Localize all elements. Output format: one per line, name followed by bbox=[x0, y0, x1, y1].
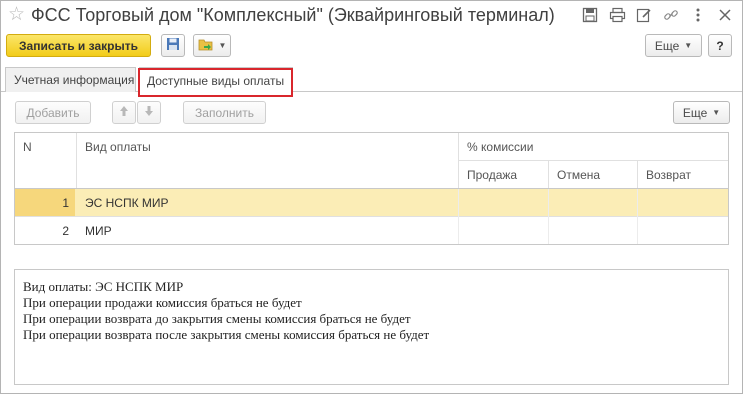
write-button[interactable] bbox=[161, 34, 185, 57]
link-icon[interactable] bbox=[660, 5, 682, 25]
row-payment-type[interactable]: ЭС НСПК МИР bbox=[77, 189, 169, 216]
row-number[interactable]: 1 bbox=[15, 189, 75, 216]
floppy-disk-icon bbox=[166, 37, 180, 54]
divider bbox=[459, 160, 728, 161]
description-line: При операции возврата до закрытия смены … bbox=[23, 311, 411, 326]
add-button[interactable]: Добавить bbox=[15, 101, 91, 124]
payment-description-box: Вид оплаты: ЭС НСПК МИР При операции про… bbox=[14, 269, 729, 385]
more-button[interactable]: Еще ▼ bbox=[645, 34, 702, 57]
table-toolbar: Добавить Заполнить Еще ▼ bbox=[1, 101, 742, 125]
folder-arrow-icon bbox=[198, 37, 214, 54]
title-bar: ☆ ФСС Торговый дом "Комплексный" (Эквайр… bbox=[1, 1, 742, 31]
save-and-close-button[interactable]: Записать и закрыть bbox=[6, 34, 151, 57]
divider bbox=[548, 189, 549, 244]
table-more-button[interactable]: Еще ▼ bbox=[673, 101, 730, 124]
edit-icon[interactable] bbox=[633, 5, 655, 25]
save-icon[interactable] bbox=[579, 5, 601, 25]
description-line: При операции возврата после закрытия сме… bbox=[23, 327, 430, 342]
payment-types-table: N Вид оплаты % комиссии Продажа Отмена В… bbox=[14, 132, 729, 245]
move-up-button[interactable] bbox=[112, 101, 136, 124]
divider bbox=[76, 133, 77, 188]
column-header-return[interactable]: Возврат bbox=[638, 161, 727, 188]
close-icon[interactable] bbox=[714, 5, 736, 25]
chevron-down-icon: ▼ bbox=[712, 108, 721, 117]
tab-account-info[interactable]: Учетная информация bbox=[5, 67, 136, 92]
chevron-down-icon: ▼ bbox=[684, 41, 693, 50]
move-down-button[interactable] bbox=[137, 101, 161, 124]
row-payment-type[interactable]: МИР bbox=[77, 217, 112, 244]
tab-bar: Учетная информация Доступные виды оплаты bbox=[1, 67, 742, 93]
table-more-label: Еще bbox=[682, 105, 708, 120]
column-header-sale[interactable]: Продажа bbox=[459, 161, 548, 188]
more-button-label: Еще bbox=[654, 38, 680, 53]
column-header-cancel[interactable]: Отмена bbox=[549, 161, 638, 188]
column-header-commission: % комиссии bbox=[467, 140, 534, 154]
table-row[interactable]: 2 МИР bbox=[15, 217, 728, 244]
table-row[interactable]: 1 ЭС НСПК МИР bbox=[15, 189, 728, 216]
arrow-up-icon bbox=[119, 105, 129, 120]
fill-button[interactable]: Заполнить bbox=[183, 101, 266, 124]
create-based-on-button[interactable]: ▼ bbox=[193, 34, 231, 57]
favorite-star-icon[interactable]: ☆ bbox=[8, 4, 25, 26]
arrow-down-icon bbox=[144, 105, 154, 120]
window-title: ФСС Торговый дом "Комплексный" (Эквайрин… bbox=[31, 5, 555, 25]
row-number[interactable]: 2 bbox=[15, 217, 75, 244]
description-line: Вид оплаты: ЭС НСПК МИР bbox=[23, 279, 184, 294]
help-button[interactable]: ? bbox=[708, 34, 732, 57]
column-header-payment-type[interactable]: Вид оплаты bbox=[77, 133, 457, 161]
description-line: При операции продажи комиссия браться не… bbox=[23, 295, 302, 310]
divider bbox=[637, 189, 638, 244]
form-toolbar: Записать и закрыть ▼ Еще ▼ ? bbox=[1, 34, 742, 60]
print-icon[interactable] bbox=[606, 5, 628, 25]
column-header-n[interactable]: N bbox=[15, 133, 75, 161]
title-actions bbox=[574, 5, 736, 25]
tab-available-payment-types[interactable]: Доступные виды оплаты bbox=[139, 67, 293, 93]
chevron-down-icon: ▼ bbox=[218, 41, 227, 50]
more-vertical-icon[interactable] bbox=[687, 5, 709, 25]
divider bbox=[458, 189, 459, 244]
form-window: ☆ ФСС Торговый дом "Комплексный" (Эквайр… bbox=[0, 0, 743, 394]
